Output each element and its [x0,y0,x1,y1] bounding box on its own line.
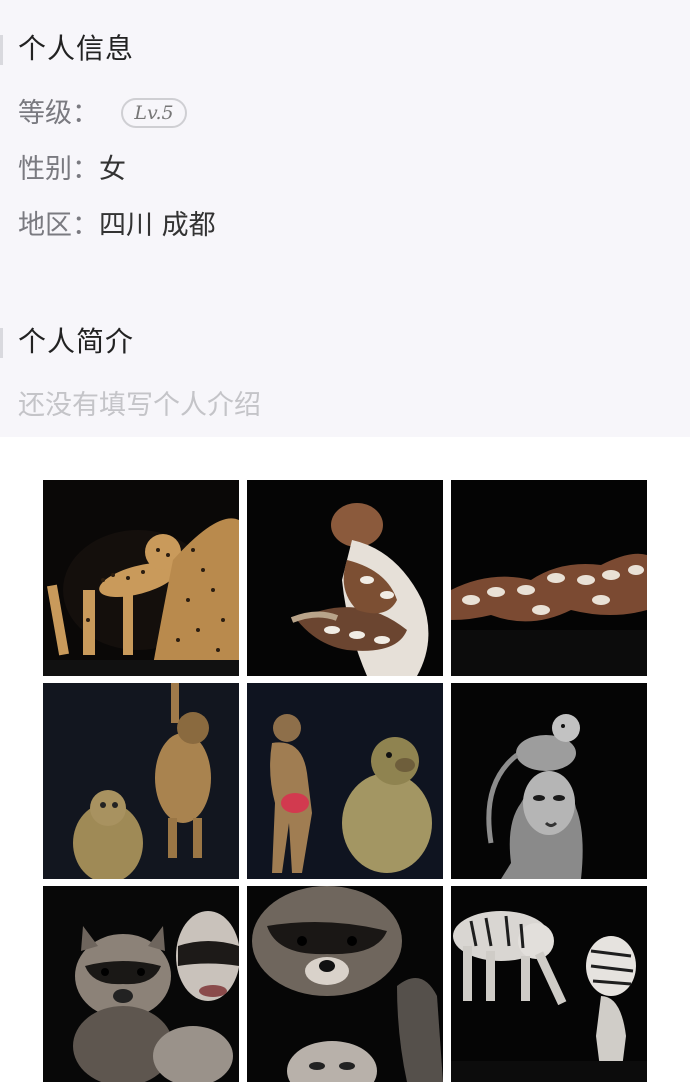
level-badge: Lv.5 [121,98,187,128]
region-value: 四川 成都 [99,210,216,241]
raccoon-bodypaint-photo[interactable] [43,886,239,1082]
gender-row: 性别： 女 [18,156,126,183]
reclining-python-bodypaint-photo[interactable] [451,480,647,676]
squirrel-monkey-bodypaint-photo[interactable] [451,683,647,879]
region-row: 地区： 四川 成都 [18,212,216,239]
photo-gallery [43,480,647,1082]
personal-info-title: 个人信息 [0,32,135,65]
region-label: 地区： [18,210,99,241]
hanging-monkey-photo[interactable] [43,683,239,879]
intro-title: 个人简介 [0,325,135,358]
python-bodypaint-photo[interactable] [247,480,443,676]
level-row: 等级： Lv.5 [18,98,187,128]
raccoon-closeup-photo[interactable] [247,886,443,1082]
profile-info-panel: 个人信息 等级： Lv.5 性别： 女 地区： 四川 成都 个人简介 还没有填写… [0,0,690,437]
gender-label: 性别： [18,154,99,185]
white-tiger-bodypaint-photo[interactable] [451,886,647,1082]
intro-placeholder: 还没有填写个人介绍 [18,390,261,421]
level-label: 等级： [18,97,99,129]
cheetah-bodypaint-photo[interactable] [43,480,239,676]
gender-value: 女 [99,154,126,185]
baboon-bodypaint-photo[interactable] [247,683,443,879]
